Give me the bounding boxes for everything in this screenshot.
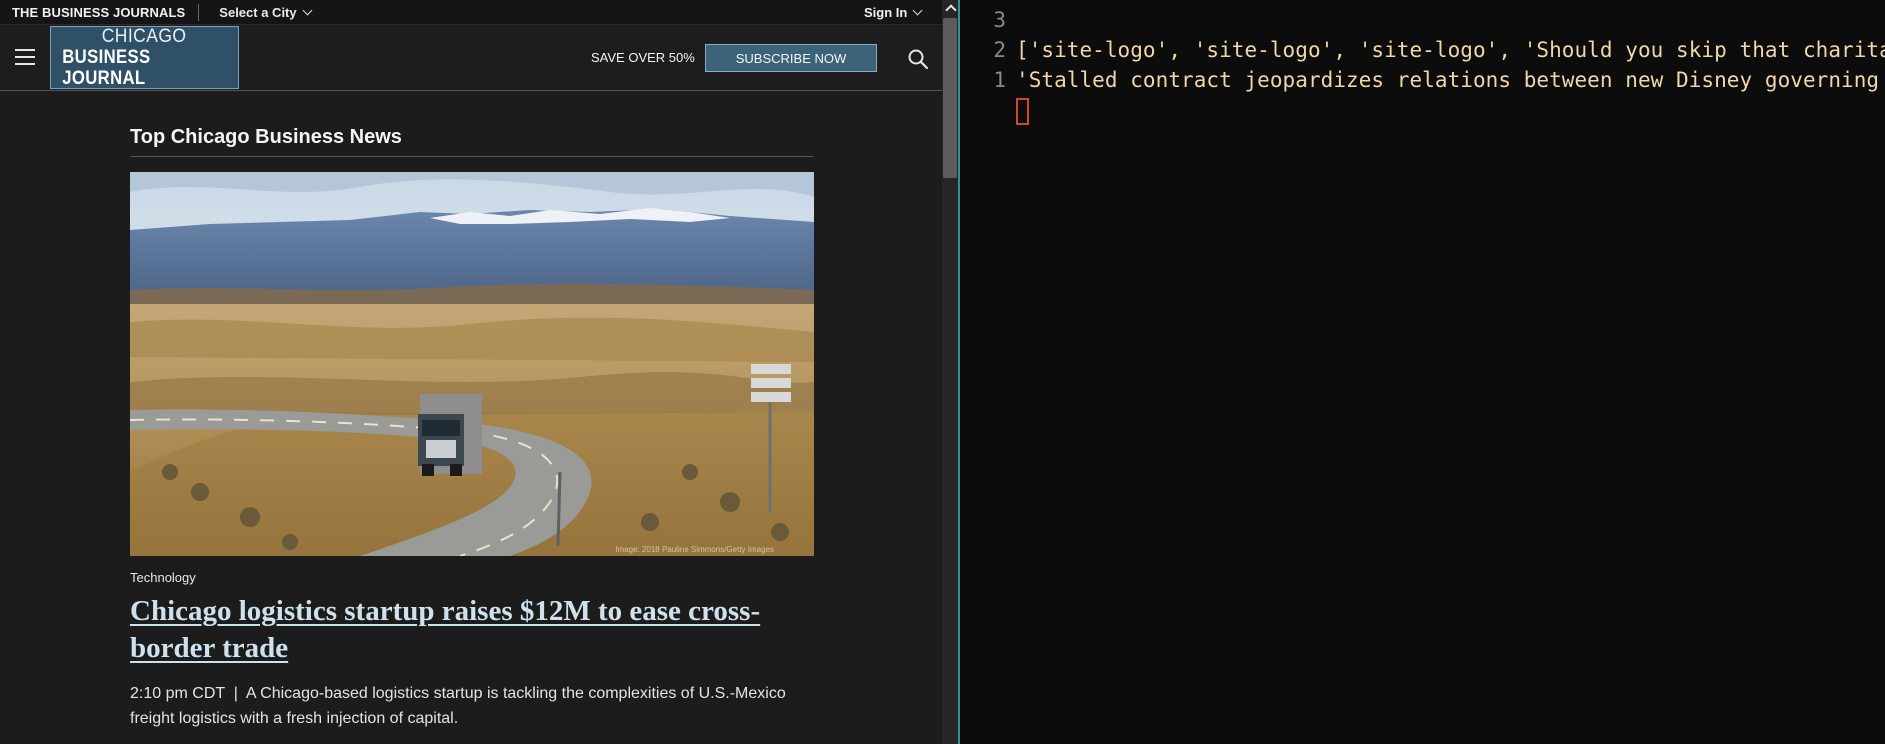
summary-separator: | [233, 685, 238, 702]
scroll-thumb[interactable] [943, 18, 957, 178]
line-number: 2 [993, 38, 1006, 62]
logo-title: BUSINESS JOURNAL [62, 46, 151, 89]
article-time: 2:10 pm CDT [130, 685, 225, 702]
article-summary-text: A Chicago-based logistics startup is tac… [130, 685, 786, 727]
logo-city: CHICAGO [102, 25, 187, 47]
truck-highway-photo [130, 172, 814, 556]
city-select-label: Select a City [219, 4, 297, 20]
editor-pane[interactable]: 3 2 ['site-logo', 'site-logo', 'site-log… [962, 0, 1885, 744]
article-summary: 2:10 pm CDT | A Chicago-based logistics … [130, 681, 800, 731]
line-text[interactable]: 'Stalled contract jeopardizes relations … [1016, 65, 1885, 95]
sign-in-label: Sign In [864, 5, 908, 20]
site-header: CHICAGO BUSINESS JOURNAL SAVE OVER 50% S… [0, 25, 942, 91]
city-select[interactable]: Select a City [219, 4, 313, 20]
chevron-down-icon [302, 5, 313, 15]
scroll-up-arrow-icon[interactable] [942, 3, 958, 15]
network-brand-link[interactable]: THE BUSINESS JOURNALS [12, 5, 185, 20]
topbar-separator [198, 3, 200, 21]
search-icon[interactable] [907, 48, 929, 70]
image-credit: Image: 2018 Pauline Simmons/Getty Images [615, 545, 774, 554]
menu-icon[interactable] [15, 49, 35, 65]
line-number: 3 [993, 8, 1006, 32]
text-cursor [1016, 98, 1029, 125]
site-logo[interactable]: CHICAGO BUSINESS JOURNAL [50, 26, 239, 89]
line-number: 1 [993, 68, 1006, 92]
section-title: Top Chicago Business News [130, 126, 814, 157]
web-page: THE BUSINESS JOURNALS Select a City Sign… [0, 0, 942, 744]
sign-in-menu[interactable]: Sign In [864, 3, 923, 22]
network-bar: THE BUSINESS JOURNALS Select a City Sign… [0, 0, 942, 25]
article-image[interactable]: Image: 2018 Pauline Simmons/Getty Images [130, 172, 814, 556]
browser-pane: THE BUSINESS JOURNALS Select a City Sign… [0, 0, 960, 744]
article-headline-link[interactable]: Chicago logistics startup raises $12M to… [130, 593, 770, 667]
promo-text[interactable]: SAVE OVER 50% [591, 50, 695, 65]
line-text[interactable]: ['site-logo', 'site-logo', 'site-logo', … [1016, 35, 1885, 65]
main-content: Top Chicago Business News Image: 2018 Pa… [130, 91, 814, 744]
page-scrollbar[interactable] [942, 0, 958, 744]
subscribe-button[interactable]: SUBSCRIBE NOW [705, 44, 877, 72]
chevron-down-icon [912, 5, 923, 16]
article-category[interactable]: Technology [130, 570, 814, 585]
truck-icon [418, 394, 482, 476]
